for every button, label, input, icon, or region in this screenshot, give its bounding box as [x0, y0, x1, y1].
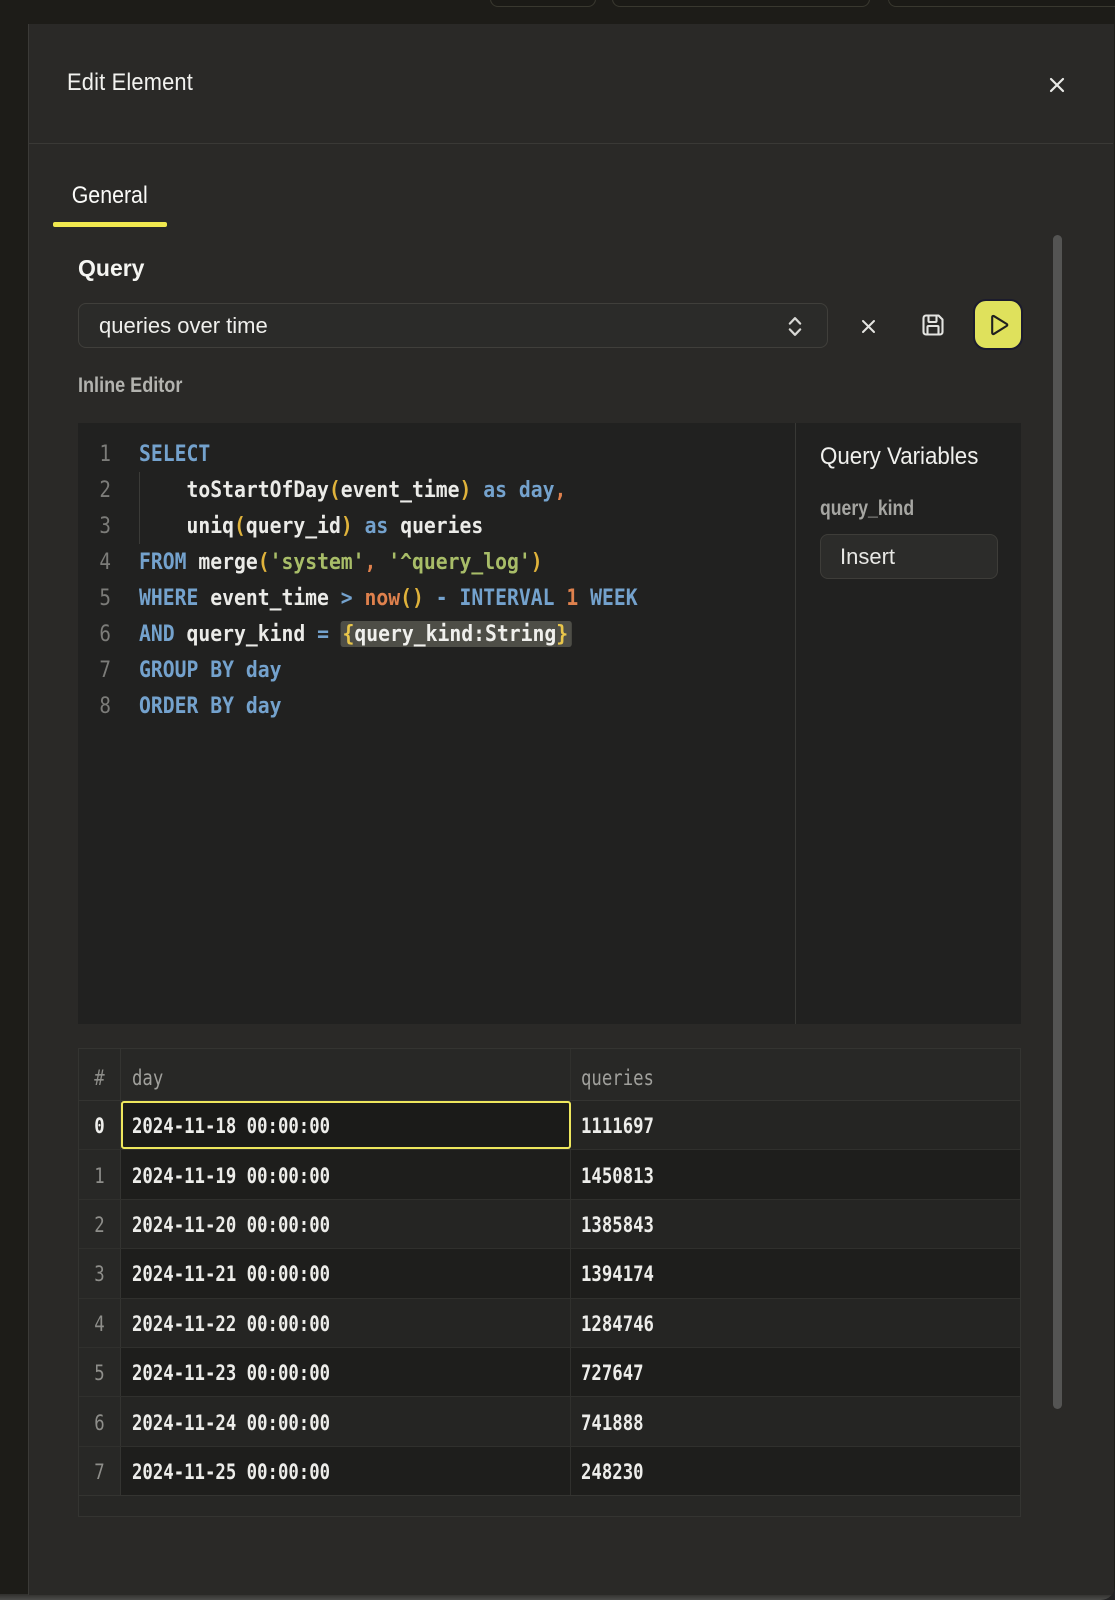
close-button[interactable]	[1043, 71, 1071, 99]
day-cell[interactable]: 2024-11-21 00:00:00	[121, 1249, 571, 1297]
save-query-button[interactable]	[915, 307, 951, 343]
code-area[interactable]: 1SELECT2 toStartOfDay(event_time) as day…	[78, 436, 795, 724]
line-number: 2	[83, 472, 111, 508]
insert-variable-button[interactable]: Insert	[820, 534, 998, 579]
run-query-button[interactable]	[973, 299, 1023, 350]
close-icon	[1043, 71, 1071, 99]
toolbar-button-3[interactable]	[888, 0, 1115, 7]
clear-icon	[861, 319, 876, 334]
tab-general[interactable]: General	[53, 167, 167, 224]
code-line: 6AND query_kind = {query_kind:String}	[78, 616, 795, 652]
column-header-queries: queries	[571, 1049, 1020, 1100]
table-row[interactable]: 62024-11-24 00:00:00741888	[79, 1397, 1020, 1446]
line-number: 6	[83, 616, 111, 652]
row-index-cell: 4	[79, 1299, 121, 1347]
toolbar-button-2[interactable]	[612, 0, 870, 7]
tab-active-underline	[53, 222, 167, 227]
code-line: 5WHERE event_time > now() - INTERVAL 1 W…	[78, 580, 795, 616]
line-number: 3	[83, 508, 111, 544]
column-header-day-label: day	[132, 1066, 163, 1091]
queries-cell[interactable]: 1394174	[571, 1249, 1020, 1297]
query-select-value: queries over time	[79, 313, 268, 339]
queries-cell[interactable]: 1385843	[571, 1200, 1020, 1248]
column-header-queries-label: queries	[581, 1066, 654, 1091]
row-index-cell: 3	[79, 1249, 121, 1297]
queries-cell[interactable]: 1111697	[571, 1101, 1020, 1149]
table-row[interactable]: 42024-11-22 00:00:001284746	[79, 1299, 1020, 1348]
inline-editor-label: Inline Editor	[78, 374, 182, 398]
insert-button-label: Insert	[821, 544, 895, 570]
day-cell[interactable]: 2024-11-19 00:00:00	[121, 1150, 571, 1198]
table-row[interactable]: 22024-11-20 00:00:001385843	[79, 1200, 1020, 1249]
table-header-row: # day queries	[79, 1049, 1020, 1101]
row-index-cell: 7	[79, 1447, 121, 1495]
line-number: 5	[83, 580, 111, 616]
code-line: 7GROUP BY day	[78, 652, 795, 688]
column-header-index: #	[79, 1049, 121, 1100]
code-line: 4FROM merge('system', '^query_log')	[78, 544, 795, 580]
line-number: 4	[83, 544, 111, 580]
day-cell[interactable]: 2024-11-24 00:00:00	[121, 1397, 571, 1445]
code-line: 3 uniq(query_id) as queries	[78, 508, 795, 544]
code-line: 1SELECT	[78, 436, 795, 472]
table-row[interactable]: 12024-11-19 00:00:001450813	[79, 1150, 1020, 1199]
line-number: 7	[83, 652, 111, 688]
results-table: # day queries 02024-11-18 00:00:00111169…	[78, 1048, 1021, 1517]
day-cell[interactable]: 2024-11-22 00:00:00	[121, 1299, 571, 1347]
code-line: 8ORDER BY day	[78, 688, 795, 724]
day-cell[interactable]: 2024-11-25 00:00:00	[121, 1447, 571, 1495]
row-index-cell: 1	[79, 1150, 121, 1198]
query-variables-title: Query Variables	[820, 443, 978, 471]
unfold-icon	[787, 314, 803, 339]
tab-general-label: General	[72, 182, 148, 210]
row-index-cell: 0	[79, 1101, 121, 1149]
queries-cell[interactable]: 741888	[571, 1397, 1020, 1445]
line-number: 1	[83, 436, 111, 472]
clear-query-button[interactable]	[850, 308, 886, 344]
save-icon	[921, 313, 945, 337]
code-line: 2 toStartOfDay(event_time) as day,	[78, 472, 795, 508]
queries-cell[interactable]: 1284746	[571, 1299, 1020, 1347]
query-select[interactable]: queries over time	[78, 303, 828, 348]
scrollbar-thumb[interactable]	[1053, 235, 1062, 1409]
day-cell[interactable]: 2024-11-20 00:00:00	[121, 1200, 571, 1248]
editor-panel-divider	[795, 423, 796, 1024]
day-cell[interactable]: 2024-11-18 00:00:00	[121, 1101, 571, 1149]
row-index-cell: 6	[79, 1397, 121, 1445]
queries-cell[interactable]: 727647	[571, 1348, 1020, 1396]
table-row[interactable]: 52024-11-23 00:00:00727647	[79, 1348, 1020, 1397]
queries-cell[interactable]: 1450813	[571, 1150, 1020, 1198]
queries-cell[interactable]: 248230	[571, 1447, 1020, 1495]
header-divider	[28, 143, 1113, 144]
query-section-label: Query	[78, 255, 144, 282]
table-row[interactable]: 32024-11-21 00:00:001394174	[79, 1249, 1020, 1298]
day-cell[interactable]: 2024-11-23 00:00:00	[121, 1348, 571, 1396]
table-row[interactable]: 02024-11-18 00:00:001111697	[79, 1101, 1020, 1150]
table-row[interactable]: 72024-11-25 00:00:00248230	[79, 1447, 1020, 1496]
row-index-cell: 5	[79, 1348, 121, 1396]
toolbar-button-1[interactable]	[490, 0, 596, 7]
dialog-title: Edit Element	[67, 69, 193, 97]
play-icon	[986, 313, 1010, 337]
line-number: 8	[83, 688, 111, 724]
column-header-index-label: #	[94, 1066, 104, 1091]
row-index-cell: 2	[79, 1200, 121, 1248]
table-footer-strip	[79, 1496, 1020, 1516]
app-window: Edit Element General Query queries over …	[0, 0, 1115, 1600]
query-variable-name: query_kind	[820, 497, 914, 521]
column-header-day: day	[121, 1049, 571, 1100]
